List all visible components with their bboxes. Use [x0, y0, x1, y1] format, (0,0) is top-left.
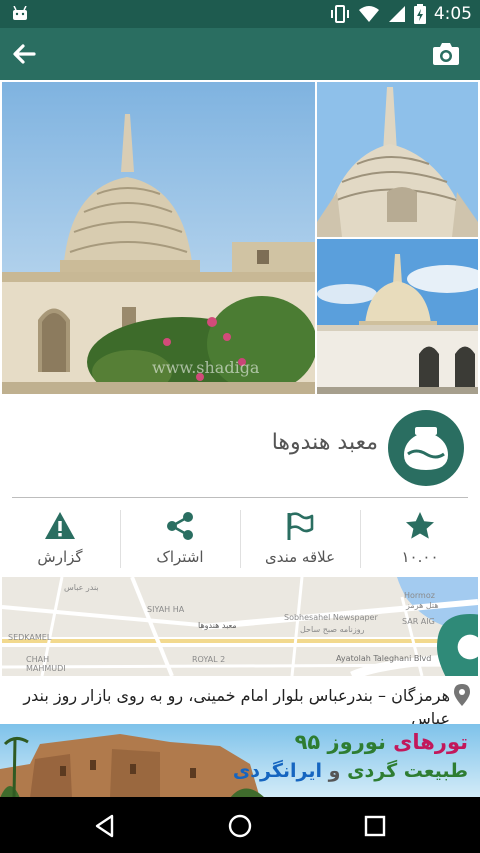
banner-line-1: تورهای نوروز ۹۵ — [295, 730, 468, 754]
report-button[interactable]: گزارش — [0, 500, 120, 576]
banner-nowruz: نوروز ۹۵ — [294, 730, 386, 754]
map-label-place: معبد هندوها — [198, 621, 237, 630]
status-bar: 4:05 — [0, 0, 480, 28]
map-label-royal: ROYAL 2 — [192, 655, 226, 664]
address-text: هرمزگان – بندرعباس بلوار امام خمینی، رو … — [23, 686, 450, 724]
map-label-siyah-ha: SIYAH HA — [147, 605, 185, 614]
map-label-sedkamel: SEDKAMEL — [8, 633, 52, 642]
watermark: www.shadiga — [152, 358, 260, 377]
share-button[interactable]: اشتراک — [120, 500, 240, 576]
divider — [12, 497, 468, 498]
back-triangle-icon[interactable] — [92, 813, 118, 839]
favorite-label: علاقه مندی — [264, 548, 336, 566]
clock: 4:05 — [433, 4, 472, 24]
rating-button[interactable]: ۱۰.۰۰ — [360, 500, 480, 576]
map-marker-icon[interactable] — [232, 614, 478, 676]
banner-and: و — [328, 760, 341, 782]
temple-main-photo[interactable]: www.shadiga — [2, 82, 315, 394]
app-bar — [0, 28, 480, 80]
map-label-chah-mahmudi: CHAH MAHMUDI — [26, 655, 66, 673]
map-label-hormoz: Hormoz — [404, 591, 435, 600]
share-icon — [167, 512, 193, 540]
cell-signal-icon — [388, 6, 405, 22]
favorite-button[interactable]: علاقه مندی — [240, 500, 360, 576]
map-label-bandar-abbas: بندر عباس — [64, 583, 99, 592]
navigation-bar — [0, 797, 480, 853]
pottery-icon — [404, 427, 448, 470]
address-row: هرمزگان – بندرعباس بلوار امام خمینی، رو … — [0, 678, 480, 724]
recents-square-icon[interactable] — [362, 813, 388, 839]
place-title: معبد هندوها — [271, 430, 378, 455]
share-label: اشتراک — [156, 548, 204, 566]
location-map[interactable]: بندر عباس SIYAH HA Hormoz هتل هرمز Sobhe… — [2, 577, 478, 676]
temple-dome-closeup-photo[interactable] — [317, 82, 478, 237]
camera-icon[interactable] — [432, 41, 460, 67]
action-bar: گزارش اشتراک علاقه مندی ۱۰.۰۰ — [0, 500, 480, 576]
report-label: گزارش — [37, 548, 83, 566]
rating-value: ۱۰.۰۰ — [401, 548, 439, 566]
tour-banner-ad[interactable]: تورهای نوروز ۹۵ طبیعت گردی و ایرانگردی — [0, 724, 480, 798]
wifi-icon — [358, 6, 379, 22]
temple-wide-photo[interactable] — [317, 239, 478, 394]
android-icon — [13, 6, 27, 20]
flag-icon — [287, 512, 314, 540]
banner-nature: طبیعت گردی — [347, 760, 468, 782]
warning-icon — [45, 512, 75, 539]
banner-line-2: طبیعت گردی و ایرانگردی — [233, 760, 468, 782]
vibrate-icon — [330, 5, 349, 23]
star-icon — [406, 512, 434, 539]
photo-gallery: www.shadiga — [0, 80, 480, 396]
map-label-hormoz-fa: هتل هرمز — [406, 601, 439, 610]
place-category-badge — [388, 410, 464, 486]
battery-charging-icon — [413, 4, 426, 24]
place-header: معبد هندوها — [0, 398, 480, 498]
banner-tours: تورهای — [393, 730, 468, 754]
location-pin-icon — [454, 684, 470, 706]
arrow-left-icon[interactable] — [10, 40, 38, 68]
banner-iran: ایرانگردی — [232, 760, 323, 782]
home-circle-icon[interactable] — [227, 813, 253, 839]
